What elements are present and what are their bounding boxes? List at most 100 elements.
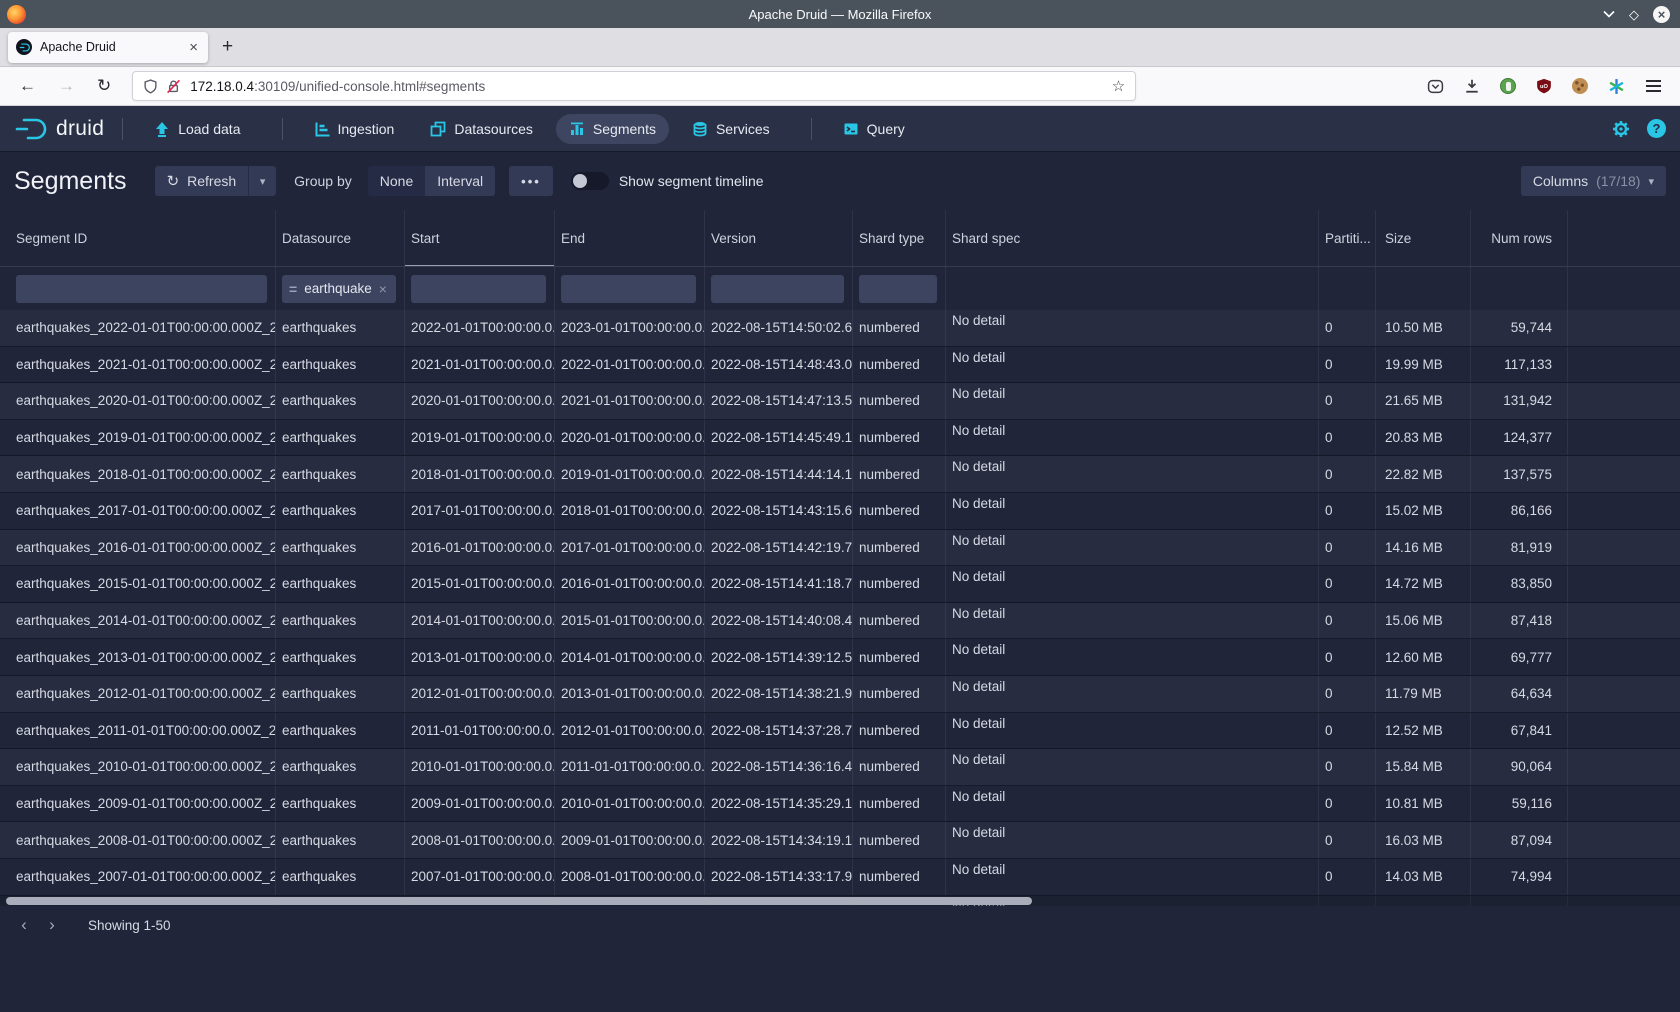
more-options-button[interactable]: ••• bbox=[509, 166, 553, 196]
chevron-down-icon: ▾ bbox=[1648, 175, 1654, 188]
cell-size: 10.50 MB bbox=[1376, 310, 1471, 346]
nav-item-services[interactable]: Services bbox=[679, 114, 783, 144]
segment-row[interactable]: earthquakes_2011-01-01T00:00:00.000Z_2..… bbox=[0, 713, 1680, 750]
tab-title: Apache Druid bbox=[40, 40, 179, 54]
column-header-shard-spec[interactable]: Shard spec bbox=[946, 210, 1319, 266]
segment-row[interactable]: earthquakes_2012-01-01T00:00:00.000Z_2..… bbox=[0, 676, 1680, 713]
nav-item-load-data[interactable]: Load data bbox=[141, 114, 253, 144]
refresh-dropdown-button[interactable]: ▾ bbox=[248, 166, 276, 196]
window-titlebar: Apache Druid — Mozilla Firefox ◇ × bbox=[0, 0, 1680, 28]
segment-row[interactable]: earthquakes_2022-01-01T00:00:00.000Z_2..… bbox=[0, 310, 1680, 347]
filter-input-version[interactable] bbox=[711, 275, 844, 303]
page-title: Segments bbox=[14, 167, 127, 196]
cell-size: 14.72 MB bbox=[1376, 566, 1471, 602]
next-page-button[interactable]: › bbox=[38, 911, 66, 939]
filter-tag[interactable]: =earthquake× bbox=[289, 281, 387, 297]
cell-shard-type: numbered bbox=[853, 859, 946, 895]
column-header-start[interactable]: Start bbox=[405, 210, 555, 266]
horizontal-scrollbar-thumb[interactable] bbox=[6, 897, 1032, 905]
nav-item-datasources[interactable]: Datasources bbox=[417, 114, 546, 144]
cell-version: 2022-08-15T14:36:16.4... bbox=[705, 749, 853, 785]
filter-input-start[interactable] bbox=[411, 275, 546, 303]
browser-tab[interactable]: Apache Druid × bbox=[8, 32, 208, 63]
segment-row[interactable]: earthquakes_2020-01-01T00:00:00.000Z_2..… bbox=[0, 383, 1680, 420]
cell-shard-spec: No detail bbox=[946, 456, 1319, 492]
columns-button[interactable]: Columns (17/18) ▾ bbox=[1521, 166, 1666, 196]
gear-icon[interactable] bbox=[1611, 119, 1631, 139]
shield-icon[interactable] bbox=[143, 79, 158, 94]
nav-item-segments[interactable]: Segments bbox=[556, 114, 669, 144]
segment-row[interactable]: earthquakes_2008-01-01T00:00:00.000Z_2..… bbox=[0, 822, 1680, 859]
window-minimize-icon[interactable] bbox=[1603, 10, 1615, 18]
extension-green-icon[interactable] bbox=[1500, 78, 1516, 94]
column-header-label: Size bbox=[1385, 231, 1411, 246]
window-close-icon[interactable]: × bbox=[1653, 6, 1670, 23]
bar-chart-icon bbox=[569, 121, 585, 137]
filter-cell-num-rows bbox=[1471, 267, 1568, 310]
help-icon[interactable]: ? bbox=[1647, 119, 1666, 138]
cell-version: 2022-08-15T14:34:19.1... bbox=[705, 822, 853, 858]
cell-datasource: earthquakes bbox=[276, 310, 405, 346]
filter-input-shard-type[interactable] bbox=[859, 275, 937, 303]
filter-input-segment-id[interactable] bbox=[16, 275, 267, 303]
segment-row[interactable]: earthquakes_2018-01-01T00:00:00.000Z_2..… bbox=[0, 456, 1680, 493]
filter-tag-remove-icon[interactable]: × bbox=[379, 281, 387, 297]
column-header-partiti[interactable]: Partiti... bbox=[1319, 210, 1376, 266]
cell-num-rows: 83,850 bbox=[1471, 566, 1568, 602]
segment-row[interactable]: earthquakes_2021-01-01T00:00:00.000Z_2..… bbox=[0, 347, 1680, 384]
filter-input-end[interactable] bbox=[561, 275, 696, 303]
cell-end: 2023-01-01T00:00:00.0... bbox=[555, 310, 705, 346]
nav-item-query[interactable]: Query bbox=[830, 114, 918, 144]
cell-shard-type: numbered bbox=[853, 822, 946, 858]
tab-close-icon[interactable]: × bbox=[187, 39, 200, 56]
segment-row[interactable]: earthquakes_2007-01-01T00:00:00.000Z_2..… bbox=[0, 859, 1680, 896]
cell-shard-type: numbered bbox=[853, 347, 946, 383]
segment-row[interactable]: earthquakes_2009-01-01T00:00:00.000Z_2..… bbox=[0, 786, 1680, 823]
url-bar[interactable]: 172.18.0.4:30109/unified-console.html#se… bbox=[132, 71, 1136, 101]
url-text[interactable]: 172.18.0.4:30109/unified-console.html#se… bbox=[190, 79, 1112, 94]
refresh-button[interactable]: ↻ Refresh bbox=[155, 166, 249, 196]
reload-button[interactable]: ↻ bbox=[86, 76, 122, 96]
segment-row[interactable]: earthquakes_2015-01-01T00:00:00.000Z_2..… bbox=[0, 566, 1680, 603]
segment-row[interactable]: earthquakes_2010-01-01T00:00:00.000Z_2..… bbox=[0, 749, 1680, 786]
column-header-datasource[interactable]: Datasource bbox=[276, 210, 405, 266]
filter-input-datasource[interactable]: =earthquake× bbox=[282, 275, 396, 303]
column-header-size[interactable]: Size bbox=[1376, 210, 1471, 266]
druid-logo[interactable]: druid bbox=[14, 115, 104, 143]
segment-row[interactable]: earthquakes_2013-01-01T00:00:00.000Z_2..… bbox=[0, 639, 1680, 676]
bookmark-star-icon[interactable]: ☆ bbox=[1112, 77, 1125, 95]
nav-divider bbox=[122, 118, 123, 140]
pocket-icon[interactable] bbox=[1426, 77, 1444, 95]
cell-num-rows: 74,994 bbox=[1471, 859, 1568, 895]
segment-row[interactable]: earthquakes_2014-01-01T00:00:00.000Z_2..… bbox=[0, 603, 1680, 640]
column-header-shard-type[interactable]: Shard type bbox=[853, 210, 946, 266]
cookie-icon[interactable] bbox=[1572, 78, 1588, 94]
nav-item-ingestion[interactable]: Ingestion bbox=[301, 114, 408, 144]
segment-row[interactable]: earthquakes_2017-01-01T00:00:00.000Z_2..… bbox=[0, 493, 1680, 530]
segment-row[interactable]: earthquakes_2019-01-01T00:00:00.000Z_2..… bbox=[0, 420, 1680, 457]
column-header-num-rows[interactable]: Num rows bbox=[1471, 210, 1568, 266]
forward-button[interactable]: → bbox=[47, 76, 86, 96]
group-by-interval-button[interactable]: Interval bbox=[425, 166, 495, 196]
cell-partition: 0 bbox=[1319, 530, 1376, 566]
insecure-lock-icon[interactable] bbox=[166, 79, 181, 94]
column-header-segment-id[interactable]: Segment ID bbox=[0, 210, 276, 266]
back-button[interactable]: ← bbox=[8, 76, 47, 96]
cell-version: 2022-08-15T14:39:12.5... bbox=[705, 639, 853, 675]
segment-row[interactable]: earthquakes_2016-01-01T00:00:00.000Z_2..… bbox=[0, 530, 1680, 567]
horizontal-scrollbar-track[interactable] bbox=[0, 896, 1680, 906]
group-by-none-button[interactable]: None bbox=[368, 166, 425, 196]
cell-version: 2022-08-15T14:42:19.7... bbox=[705, 530, 853, 566]
column-header-end[interactable]: End bbox=[555, 210, 705, 266]
cell-start: 2022-01-01T00:00:00.0... bbox=[405, 310, 555, 346]
ublock-shield-icon[interactable]: uO bbox=[1535, 77, 1553, 95]
prev-page-button[interactable]: ‹ bbox=[10, 911, 38, 939]
extension-asterisk-icon[interactable] bbox=[1607, 77, 1625, 95]
segment-timeline-toggle[interactable] bbox=[571, 172, 609, 190]
downloads-icon[interactable] bbox=[1463, 77, 1481, 95]
cell-segment-id: earthquakes_2014-01-01T00:00:00.000Z_2..… bbox=[0, 603, 276, 639]
window-restore-icon[interactable]: ◇ bbox=[1629, 8, 1639, 21]
column-header-version[interactable]: Version bbox=[705, 210, 853, 266]
menu-hamburger-icon[interactable] bbox=[1644, 77, 1662, 95]
new-tab-button[interactable]: + bbox=[222, 36, 233, 58]
